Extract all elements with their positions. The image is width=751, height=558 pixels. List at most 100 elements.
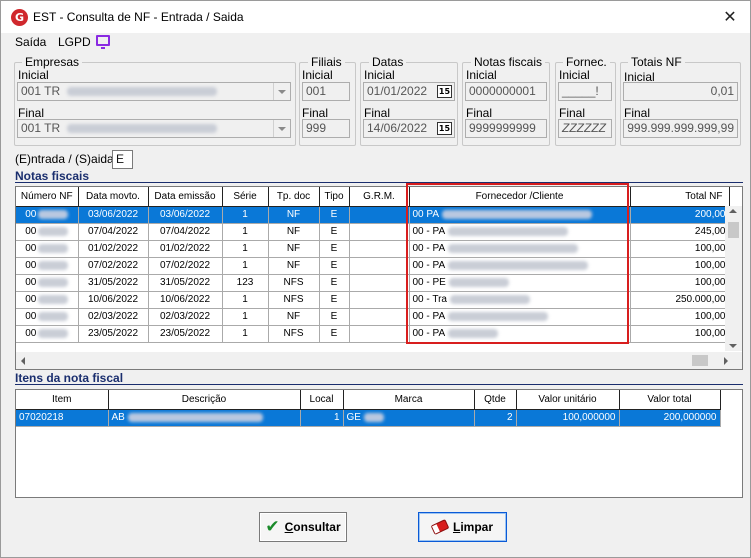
cell-tp-doc: NF bbox=[268, 257, 320, 275]
empresa-final-combo[interactable]: 001 TR bbox=[17, 119, 291, 138]
cell-numero-nf: 00 bbox=[16, 240, 79, 258]
itens-section-divider bbox=[15, 384, 743, 385]
cell-data-emissao: 31/05/2022 bbox=[148, 274, 223, 292]
cell-numero-nf: 00 bbox=[16, 308, 79, 326]
cell-total-nf: 250.000,00 bbox=[630, 291, 730, 309]
fornec-inicial-label: Inicial bbox=[559, 68, 590, 82]
total-final-input[interactable]: 999.999.999.999,99 bbox=[623, 119, 738, 138]
col-descricao[interactable]: Descrição bbox=[108, 390, 301, 410]
total-inicial-input[interactable]: 0,01 bbox=[623, 82, 738, 101]
col-marca[interactable]: Marca bbox=[343, 390, 475, 410]
cell-grm bbox=[349, 223, 410, 241]
cell-data-emissao: 03/06/2022 bbox=[148, 206, 223, 224]
close-icon[interactable]: ✕ bbox=[718, 6, 742, 28]
cell-grm bbox=[349, 308, 410, 326]
cell-numero-nf: 00 bbox=[16, 291, 79, 309]
entrada-saida-input[interactable]: E bbox=[112, 150, 133, 169]
scroll-down-icon[interactable] bbox=[729, 344, 737, 348]
chevron-down-icon[interactable] bbox=[273, 83, 290, 100]
limpar-label: Limpar bbox=[452, 520, 494, 534]
cell-serie: 1 bbox=[222, 206, 269, 224]
eraser-icon bbox=[430, 519, 450, 535]
col-item[interactable]: Item bbox=[16, 390, 109, 410]
col-data-emissao[interactable]: Data emissão bbox=[148, 187, 223, 207]
cell-tipo: E bbox=[319, 291, 350, 309]
filial-final-input[interactable]: 999 bbox=[302, 119, 350, 138]
cell-data-movto: 03/06/2022 bbox=[78, 206, 149, 224]
chevron-down-icon[interactable] bbox=[273, 120, 290, 137]
cell-serie: 1 bbox=[222, 223, 269, 241]
cell-tipo: E bbox=[319, 257, 350, 275]
col-tp-doc[interactable]: Tp. doc bbox=[268, 187, 320, 207]
empresa-inicial-value: 001 TR bbox=[21, 84, 61, 98]
notas-grid[interactable]: Número NF Data movto. Data emissão Série… bbox=[15, 186, 743, 370]
fornecedor-highlight-box bbox=[406, 183, 629, 344]
consultar-button[interactable]: ✔ Consultar bbox=[259, 512, 347, 542]
cell-grm bbox=[349, 257, 410, 275]
col-qtde[interactable]: Qtde bbox=[474, 390, 517, 410]
filiais-legend: Filiais bbox=[308, 56, 345, 68]
table-row[interactable]: 07020218 AB 1 GE 2 100,000000 200,000000 bbox=[16, 409, 721, 427]
cell-tp-doc: NFS bbox=[268, 325, 320, 343]
itens-table: Item Descrição Local Marca Qtde Valor un… bbox=[16, 390, 721, 427]
limpar-button[interactable]: Limpar bbox=[418, 512, 507, 542]
nota-final-input[interactable]: 9999999999 bbox=[465, 119, 547, 138]
cell-data-movto: 07/02/2022 bbox=[78, 257, 149, 275]
cell-data-emissao: 10/06/2022 bbox=[148, 291, 223, 309]
nota-inicial-input[interactable]: 0000000001 bbox=[465, 82, 547, 101]
itens-grid[interactable]: Item Descrição Local Marca Qtde Valor un… bbox=[15, 389, 743, 498]
cell-data-emissao: 07/02/2022 bbox=[148, 257, 223, 275]
notas-horizontal-scrollbar[interactable] bbox=[16, 352, 742, 369]
cell-grm bbox=[349, 291, 410, 309]
cell-qtde: 2 bbox=[474, 409, 517, 427]
cell-data-emissao: 01/02/2022 bbox=[148, 240, 223, 258]
cell-serie: 1 bbox=[222, 308, 269, 326]
col-numero-nf[interactable]: Número NF bbox=[16, 187, 79, 207]
cell-tipo: E bbox=[319, 308, 350, 326]
scroll-thumb[interactable] bbox=[728, 222, 739, 238]
consulta-nf-window: G EST - Consulta de NF - Entrada / Saida… bbox=[0, 0, 751, 558]
col-serie[interactable]: Série bbox=[222, 187, 269, 207]
datas-legend: Datas bbox=[369, 56, 407, 68]
cell-numero-nf: 00 bbox=[16, 325, 79, 343]
calendar-icon[interactable]: 15 bbox=[437, 122, 452, 135]
scroll-up-icon[interactable] bbox=[729, 209, 737, 213]
menu-bar: Saída LGPD bbox=[1, 33, 750, 53]
col-local[interactable]: Local bbox=[300, 390, 344, 410]
cell-tp-doc: NFS bbox=[268, 274, 320, 292]
totais-nf-legend: Totais NF bbox=[628, 56, 685, 68]
cell-serie: 1 bbox=[222, 240, 269, 258]
notas-fiscais-legend: Notas fiscais bbox=[471, 56, 546, 68]
col-valor-unitario[interactable]: Valor unitário bbox=[516, 390, 620, 410]
calendar-icon[interactable]: 15 bbox=[437, 85, 452, 98]
scroll-left-icon[interactable] bbox=[21, 357, 25, 365]
notas-vertical-scrollbar[interactable] bbox=[725, 206, 742, 351]
consultar-label: Consultar bbox=[284, 520, 341, 534]
empresa-inicial-combo[interactable]: 001 TR bbox=[17, 82, 291, 101]
menu-item-lgpd[interactable]: LGPD bbox=[58, 35, 91, 49]
col-total-nf[interactable]: Total NF bbox=[630, 187, 730, 207]
menu-item-saida[interactable]: Saída bbox=[15, 35, 46, 49]
col-data-movto[interactable]: Data movto. bbox=[78, 187, 149, 207]
cell-tipo: E bbox=[319, 206, 350, 224]
h-scroll-thumb[interactable] bbox=[692, 355, 708, 366]
data-final-value: 14/06/2022 bbox=[367, 121, 428, 135]
cell-tp-doc: NFS bbox=[268, 291, 320, 309]
empresa-final-value: 001 TR bbox=[21, 121, 61, 135]
scroll-right-icon[interactable] bbox=[724, 357, 728, 365]
data-inicial-value: 01/01/2022 bbox=[367, 84, 428, 98]
cell-total-nf: 200,00 bbox=[630, 206, 730, 224]
monitor-icon[interactable] bbox=[96, 35, 110, 49]
cell-tipo: E bbox=[319, 274, 350, 292]
fornec-final-input[interactable]: ZZZZZZ bbox=[558, 119, 612, 138]
col-tipo[interactable]: Tipo bbox=[319, 187, 350, 207]
filial-inicial-input[interactable]: 001 bbox=[302, 82, 350, 101]
fornec-legend: Fornec. bbox=[563, 56, 610, 68]
fornec-inicial-input[interactable]: _____! bbox=[558, 82, 612, 101]
col-valor-total[interactable]: Valor total bbox=[619, 390, 721, 410]
cell-tp-doc: NF bbox=[268, 240, 320, 258]
cell-grm bbox=[349, 206, 410, 224]
cell-serie: 1 bbox=[222, 291, 269, 309]
cell-marca: GE bbox=[343, 409, 475, 427]
col-grm[interactable]: G.R.M. bbox=[349, 187, 410, 207]
